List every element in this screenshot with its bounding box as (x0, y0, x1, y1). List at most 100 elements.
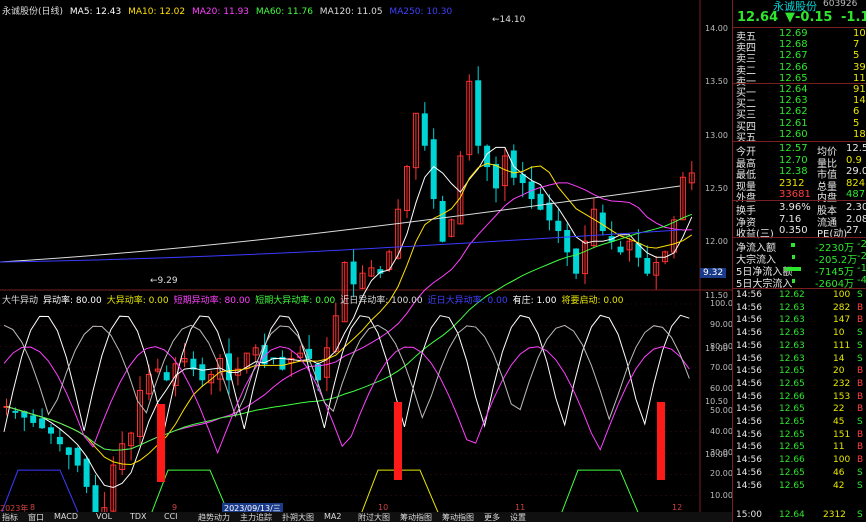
signal-bar (157, 404, 165, 482)
indicator-tab[interactable]: 窗口 (28, 512, 44, 522)
tick-row: 14:56 12.65 46 S (733, 468, 866, 480)
indicator-tick: 30.00 (710, 448, 733, 458)
candle-body (65, 447, 72, 455)
indicator-tab[interactable]: VOL (96, 512, 112, 521)
tick-volume: 147 (833, 315, 851, 326)
tick-side: S (857, 353, 863, 364)
tick-side: B (857, 429, 864, 440)
tick-price: 12.65 (779, 404, 805, 415)
indicator-tab[interactable]: MA2 (324, 512, 341, 521)
indicator-tab[interactable]: MACD (54, 512, 78, 521)
stat-value: 12.70 (779, 154, 808, 166)
tick-t: 15:00 (736, 510, 762, 520)
tick-volume: 46 (833, 467, 845, 478)
ma-label: MA20: 11.93 (189, 7, 250, 17)
tick-row: 14:56 12.65 42 S (733, 481, 866, 493)
tick-row: 14:56 12.63 10 S (733, 328, 866, 340)
tick-price: 12.63 (779, 340, 805, 351)
tick-p: 12.64 (779, 510, 805, 520)
tick-time: 14:56 (736, 378, 762, 389)
indicator-tab[interactable]: 附过大图 (358, 512, 390, 522)
moving-average-lines (0, 146, 693, 488)
high-price-value: 14.10 (499, 15, 526, 25)
bid-price: 12.64 (779, 84, 808, 95)
stat-value: 33681 (779, 189, 811, 201)
ma-label: MA10: 12.02 (125, 7, 186, 17)
indicator-tick: 40.00 (710, 426, 733, 436)
tick-price: 12.66 (779, 455, 805, 466)
tick-price: 12.65 (779, 429, 805, 440)
tick-volume: 45 (833, 417, 845, 427)
indicator-tab[interactable]: 扑朔大图 (282, 512, 314, 522)
current-price: 12.64 (737, 10, 779, 25)
indicator-label: 大牛异动 (2, 296, 39, 306)
flow-bar (791, 243, 795, 247)
candle-body (573, 248, 580, 274)
candle-body (564, 230, 571, 253)
price-row: 12.64 ▼-0.15 -1.17 (733, 10, 866, 26)
candle-body (30, 415, 37, 423)
stat-value: 7.16 (779, 213, 802, 225)
tick-side: S (857, 328, 863, 339)
bid-price: 12.61 (779, 117, 808, 129)
tick-volume: 11 (833, 442, 845, 453)
indicator-label: 近日大异动率: 0.00 (427, 296, 508, 306)
tick-volume: 282 (833, 302, 851, 313)
tick-price: 12.65 (779, 378, 805, 389)
candle-body (92, 485, 99, 514)
bid-price: 12.62 (779, 106, 808, 118)
tick-side: B (857, 378, 864, 389)
ask-price: 12.66 (779, 61, 808, 73)
candle-body (475, 80, 482, 146)
candle-body (74, 447, 81, 466)
indicator-tab[interactable]: 更多 (484, 512, 500, 522)
tick-row: 14:56 12.63 14 S (733, 354, 866, 366)
date-label: 11 (515, 503, 526, 512)
tick-price: 12.65 (779, 366, 805, 377)
bid-row: 买二 12.63 14 (733, 95, 866, 110)
tick-side: S (857, 467, 863, 478)
candle-body (421, 113, 428, 146)
indicator-tab[interactable]: 主力追踪 (240, 512, 272, 522)
stat-row: 最低 12.38 市值 29.0 (733, 166, 866, 181)
indicator-tab[interactable]: 趋势动力 (198, 512, 230, 522)
tick-side: B (857, 302, 864, 313)
indicator-tab[interactable]: 指标 (2, 512, 18, 522)
price-tick: 12.00 (705, 237, 728, 247)
indicator-tab[interactable]: TDX (130, 512, 147, 521)
kline-chart[interactable] (0, 0, 732, 522)
tick-volume: 111 (833, 340, 851, 351)
tick-row: 14:56 12.63 282 B (733, 303, 866, 315)
quote-header: 永诚股份 603926 (733, 0, 866, 13)
date-label: 9 (172, 503, 178, 512)
short-term-rate-line (3, 346, 690, 455)
tick-row: 14:56 12.66 153 B (733, 392, 866, 404)
tick-price: 12.63 (779, 315, 805, 326)
stat-value: 3.96% (779, 202, 811, 213)
low-price-value: 9.29 (157, 276, 178, 286)
ask-row: 卖二 12.66 39 (733, 61, 866, 77)
ask-volume: 10 (853, 28, 866, 39)
tick-side: B (857, 391, 864, 402)
low-price-marker: ←9.29 (150, 276, 178, 286)
tick-row: 14:56 12.65 22 B (733, 404, 866, 416)
tick-row: 14:56 12.62 100 S (733, 290, 866, 302)
stat-value: 0.350 (779, 225, 808, 236)
indicator-tab[interactable]: 设置 (510, 512, 526, 522)
flow-row: 净流入额-2230万-22 (733, 239, 866, 254)
indicator-tab[interactable]: 筹动指图 (442, 512, 474, 522)
indicator-tab[interactable]: 筹动指图 (400, 512, 432, 522)
candle-body (163, 372, 170, 381)
tick-side: S (857, 340, 863, 351)
indicator-tab[interactable]: CCI (164, 512, 178, 521)
candle-body (599, 212, 606, 232)
stat-value: 2312 (779, 177, 805, 189)
quote-panel: 永诚股份 603926 12.64 ▼-0.15 -1.17 卖五12.6910… (732, 0, 866, 522)
ask-price: 12.67 (779, 50, 808, 62)
bid-row: 买一 12.64 91 (733, 84, 866, 99)
tick-time: 14:56 (736, 366, 762, 377)
stat-row: 现量2312总量8243 (733, 177, 866, 193)
tick-time: 14:56 (736, 455, 762, 466)
candle-body (617, 246, 624, 253)
price-change-pct: -1.17 (841, 10, 866, 25)
